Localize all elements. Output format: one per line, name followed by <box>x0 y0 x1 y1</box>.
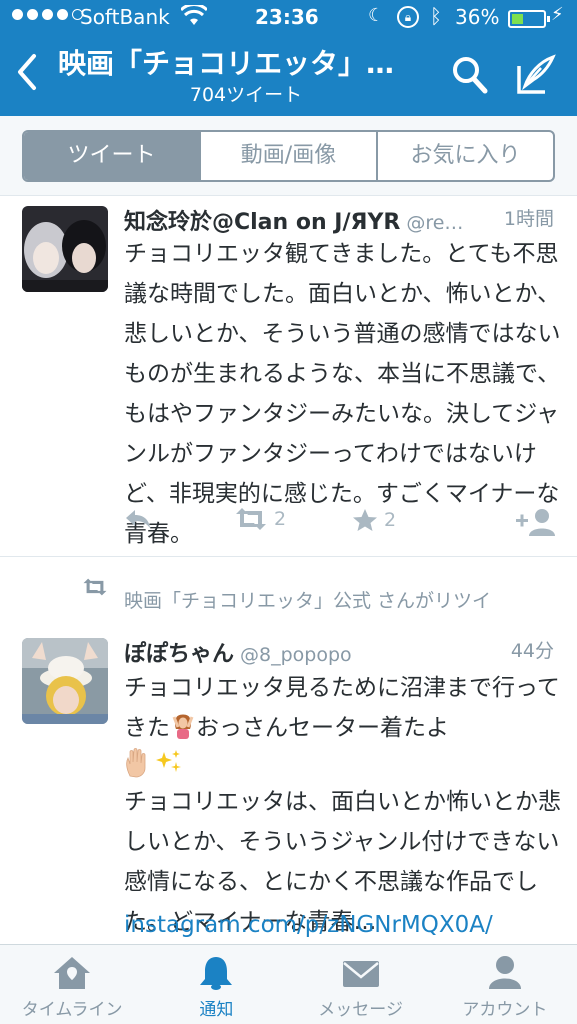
status-bar: SoftBank 23:36 ☾ 🔒︎ ᛒ 36% ⚡︎ <box>0 0 577 38</box>
reply-icon <box>126 510 150 528</box>
avatar[interactable] <box>22 638 108 724</box>
tweet-time: 1時間 <box>503 208 554 230</box>
tweet-link[interactable]: instagram.com/p/zNGNrMQX0A/ <box>124 912 493 938</box>
tweet-header: 知念玲於@Clan on J/ЯYR @re… 1時間 <box>124 204 554 236</box>
retweet-icon <box>236 508 266 530</box>
person-icon <box>488 956 521 989</box>
profile-segment-bar: ツイート 動画/画像 お気に入り <box>0 116 577 196</box>
tweet-header: ぽぽちゃん @8_popopo 44分 <box>124 636 554 668</box>
envelope-icon <box>342 961 379 987</box>
charging-icon: ⚡︎ <box>551 4 564 25</box>
signal-strength-icon <box>12 9 83 20</box>
battery-percent: 36% <box>455 5 500 29</box>
follow-button[interactable] <box>516 508 556 536</box>
avatar[interactable] <box>22 206 108 292</box>
segmented-control: ツイート 動画/画像 お気に入り <box>22 130 555 182</box>
add-user-icon <box>516 509 555 536</box>
tab-messages[interactable]: メッセージ <box>289 945 433 1024</box>
reply-button[interactable] <box>124 508 152 530</box>
battery-icon <box>508 10 550 28</box>
tweet-text: チョコリエッタ観てきました。とても不思議な時間でした。面白いとか、怖いとか、悲し… <box>124 241 561 547</box>
tab-label: タイムライン <box>21 1000 123 1020</box>
clock: 23:36 <box>255 5 319 29</box>
segment-tweets[interactable]: ツイート <box>24 132 201 180</box>
author-handle[interactable]: @re… <box>406 212 463 234</box>
rotation-lock-icon: 🔒︎ <box>397 6 419 28</box>
wifi-icon <box>179 3 209 32</box>
tweet-text: チョコリエッタ見るために沼津まで行ってきた おっさんセーター着たよ <box>124 668 564 748</box>
page-title: 映画「チョコリエッタ」… <box>58 47 395 80</box>
carrier-name: SoftBank <box>80 5 170 29</box>
back-button[interactable] <box>14 52 40 99</box>
retweet-button[interactable]: 2 <box>234 508 286 530</box>
author-name[interactable]: 知念玲於@Clan on J/ЯYR <box>124 210 400 235</box>
favorite-button[interactable]: 2 <box>352 508 396 532</box>
tab-account[interactable]: アカウント <box>433 945 577 1024</box>
tab-notifications[interactable]: 通知 <box>144 945 288 1024</box>
bell-icon <box>200 957 233 990</box>
nav-bar: 映画「チョコリエッタ」… 704ツイート <box>0 38 577 116</box>
tweet-time: 44分 <box>510 640 554 662</box>
top-bar: SoftBank 23:36 ☾ 🔒︎ ᛒ 36% ⚡︎ 映画「チョコリエッタ」… <box>0 0 577 116</box>
bluetooth-icon: ᛒ <box>430 4 442 28</box>
search-icon[interactable] <box>452 56 488 94</box>
tab-label: アカウント <box>462 1000 548 1020</box>
tab-timeline[interactable]: タイムライン <box>0 945 144 1024</box>
star-icon <box>353 509 377 531</box>
woman-gesturing-emoji <box>170 712 196 739</box>
compose-tweet-icon[interactable] <box>515 54 557 96</box>
segment-favorites[interactable]: お気に入り <box>378 132 553 180</box>
tweet-count: 704ツイート <box>189 84 303 106</box>
favorite-count: 2 <box>384 509 397 531</box>
retweeted-by-label[interactable]: 映画「チョコリエッタ」公式 さんがリツイ <box>124 586 491 613</box>
tab-label: 通知 <box>199 1000 234 1020</box>
home-icon <box>54 957 91 989</box>
chevron-left-icon <box>18 54 36 90</box>
divider <box>0 556 577 557</box>
do-not-disturb-icon: ☾ <box>368 5 385 26</box>
tweet-actions: 2 2 <box>124 508 556 538</box>
tab-bar: タイムライン 通知 メッセージ アカウント <box>0 944 577 1024</box>
segment-media[interactable]: 動画/画像 <box>201 132 378 180</box>
tweet-text-part: おっさんセーター着たよ <box>196 715 449 741</box>
author-name[interactable]: ぽぽちゃん <box>124 642 234 667</box>
retweet-count: 2 <box>274 508 287 530</box>
tab-label: メッセージ <box>318 1000 403 1020</box>
hand-sparkles-emoji <box>124 748 186 784</box>
retweet-icon <box>83 578 107 596</box>
author-handle[interactable]: @8_popopo <box>240 644 352 666</box>
